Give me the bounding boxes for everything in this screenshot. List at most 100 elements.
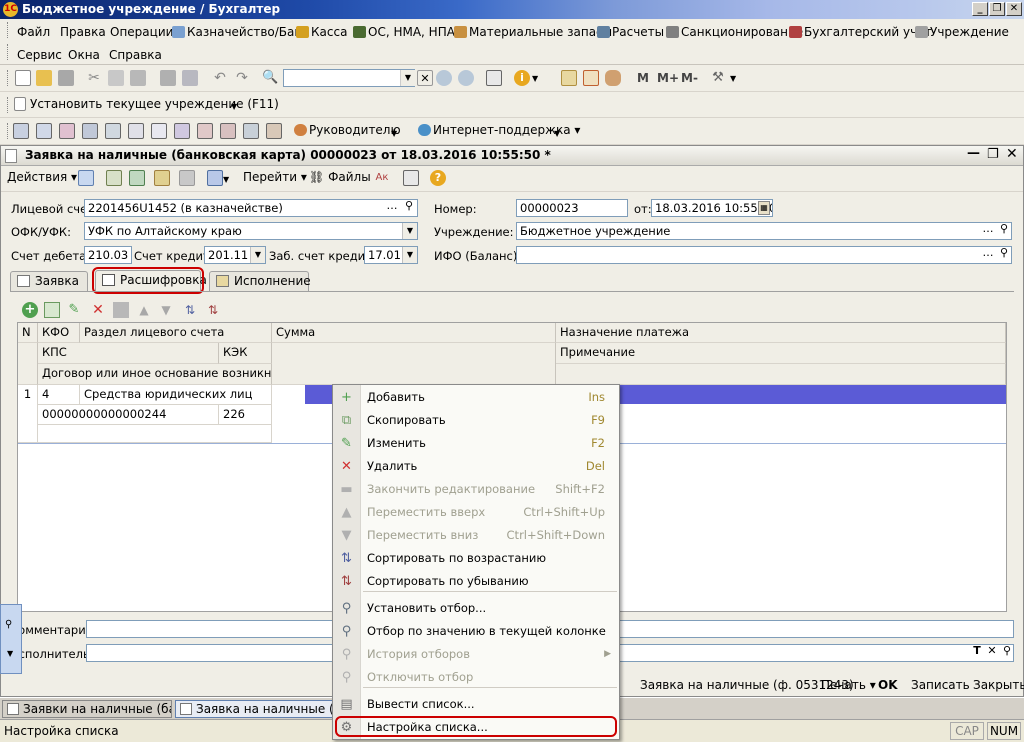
context-menu-item-3[interactable]: ✕ Удалить Del xyxy=(333,455,619,478)
tab-request[interactable]: Заявка xyxy=(10,271,88,291)
preview-icon[interactable] xyxy=(182,70,198,86)
redo-icon[interactable]: ↷ xyxy=(234,70,250,86)
move-icon[interactable] xyxy=(106,170,122,186)
grid-end-edit-icon[interactable] xyxy=(113,302,129,318)
row-1-n[interactable]: 1 xyxy=(18,385,38,443)
manager-dropdown-icon[interactable]: ▼ xyxy=(391,126,401,142)
maximize-icon[interactable]: ❐ xyxy=(989,2,1005,16)
clear-search-icon[interactable]: ✕ xyxy=(417,70,433,86)
copy-icon[interactable] xyxy=(108,70,124,86)
calculator-icon[interactable] xyxy=(561,70,577,86)
refresh-icon[interactable] xyxy=(129,170,145,186)
set-institution-button[interactable]: Установить текущее учреждение (F11) xyxy=(30,97,279,111)
report-4-icon[interactable] xyxy=(82,123,98,139)
tab-execution[interactable]: Исполнение xyxy=(209,271,311,291)
context-menu-item-9[interactable]: ⚲ Установить отбор... xyxy=(333,597,619,620)
grid-delete-icon[interactable]: ✕ xyxy=(90,302,106,318)
find-next-icon[interactable] xyxy=(436,70,452,86)
menu-operations[interactable]: Операции xyxy=(110,25,173,39)
doc-restore-icon[interactable]: ❐ xyxy=(987,147,999,162)
col-note-header[interactable]: Примечание xyxy=(556,343,1006,364)
help-icon[interactable]: ? xyxy=(430,170,446,186)
grid-copy-icon[interactable] xyxy=(44,302,60,318)
menu-help[interactable]: Справка xyxy=(109,48,162,62)
info-icon[interactable]: i xyxy=(514,70,530,86)
base-doc-icon[interactable] xyxy=(154,170,170,186)
credit-dropdown-icon[interactable]: ▼ xyxy=(250,247,265,263)
goto-menu[interactable]: Перейти ▾ xyxy=(243,170,307,184)
find-prev-icon[interactable] xyxy=(458,70,474,86)
task-current-request[interactable]: Заявка на наличные (б...:50 xyxy=(175,700,335,718)
row-1-contract[interactable] xyxy=(38,425,272,443)
offbalance-dropdown-icon[interactable]: ▼ xyxy=(402,247,417,263)
col-section-header[interactable]: Раздел лицевого счета xyxy=(80,323,272,343)
grid-edit-icon[interactable]: ✎ xyxy=(66,302,82,318)
print-form-icon[interactable] xyxy=(403,170,419,186)
ifo-search-icon[interactable]: ⚲ xyxy=(995,246,1013,264)
create-based-dropdown-icon[interactable]: ▼ xyxy=(223,172,233,188)
search-dropdown-icon[interactable]: ▼ xyxy=(400,70,415,86)
context-menu-item-14[interactable]: ⚙ Настройка списка... xyxy=(333,716,619,739)
report-2-icon[interactable] xyxy=(36,123,52,139)
manager-button[interactable]: Руководителю xyxy=(294,123,401,137)
menu-inventory[interactable]: Материальные запасы xyxy=(454,25,612,39)
new-icon[interactable] xyxy=(15,70,31,86)
windows-icon[interactable] xyxy=(486,70,502,86)
open-icon[interactable] xyxy=(36,70,52,86)
search-icon[interactable]: 🔍 xyxy=(262,70,278,86)
menu-institution[interactable]: Учреждение xyxy=(915,25,1009,39)
report-11-icon[interactable] xyxy=(243,123,259,139)
ok-button[interactable]: OK xyxy=(878,676,898,694)
task-requests-list[interactable]: Заявки на наличные (банко... xyxy=(2,700,172,718)
context-menu-item-11[interactable]: ⚲ История отборов ▶ xyxy=(333,643,619,666)
menu-treasury-bank[interactable]: Казначейство/Банк xyxy=(172,25,309,39)
context-menu-item-6[interactable]: ▼ Переместить вниз Ctrl+Shift+Down xyxy=(333,524,619,547)
executor-search-icon[interactable]: ⚲ xyxy=(998,644,1016,662)
context-menu-item-0[interactable]: + Добавить Ins xyxy=(333,386,619,409)
ifo-field[interactable] xyxy=(516,246,1012,264)
row-1-section[interactable]: Средства юридических лиц xyxy=(80,385,272,405)
report-12-icon[interactable] xyxy=(266,123,282,139)
menu-cash[interactable]: Касса xyxy=(296,25,347,39)
menu-accounting[interactable]: Бухгалтерский учет xyxy=(789,25,932,39)
context-menu-item-4[interactable]: ▬ Закончить редактирование Shift+F2 xyxy=(333,478,619,501)
side-panel-tab[interactable]: ⚲ ▼ xyxy=(0,604,22,674)
col-purpose-header[interactable]: Назначение платежа xyxy=(556,323,1006,343)
ofk-field[interactable]: УФК по Алтайскому краю xyxy=(84,222,418,240)
report-6-icon[interactable] xyxy=(128,123,144,139)
col-kps-header[interactable]: КПС xyxy=(38,343,219,364)
grid-add-icon[interactable]: + xyxy=(22,302,38,318)
report-10-icon[interactable] xyxy=(220,123,236,139)
report-3-icon[interactable] xyxy=(59,123,75,139)
account-select-icon[interactable]: … xyxy=(383,199,401,217)
col-kfo-header[interactable]: КФО xyxy=(38,323,80,343)
info-dropdown-icon[interactable]: ▼ xyxy=(532,71,542,87)
report-9-icon[interactable] xyxy=(197,123,213,139)
context-menu-item-1[interactable]: ⧉ Скопировать F9 xyxy=(333,409,619,432)
institution-search-icon[interactable]: ⚲ xyxy=(995,222,1013,240)
calendar-icon[interactable] xyxy=(583,70,599,86)
cut-icon[interactable]: ✂ xyxy=(86,70,102,86)
account-search-icon[interactable]: ⚲ xyxy=(400,199,418,217)
context-menu-item-7[interactable]: ⇅ Сортировать по возрастанию xyxy=(333,547,619,570)
menu-fixed-assets[interactable]: ОС, НМА, НПА xyxy=(353,25,455,39)
institution-field[interactable]: Бюджетное учреждение xyxy=(516,222,1012,240)
menu-sanction[interactable]: Санкционирование xyxy=(666,25,803,39)
create-based-icon[interactable] xyxy=(207,170,223,186)
report-7-icon[interactable] xyxy=(151,123,167,139)
report-8-icon[interactable] xyxy=(174,123,190,139)
ofk-dropdown-icon[interactable]: ▼ xyxy=(402,223,417,239)
calendar-picker-icon[interactable]: ▦ xyxy=(758,201,770,215)
files-button[interactable]: ⛓ Файлы xyxy=(309,170,371,184)
close-button[interactable]: Закрыть xyxy=(973,676,1024,694)
grid-sort-desc-icon[interactable]: ⇅ xyxy=(205,302,221,318)
doc-close-icon[interactable]: ✕ xyxy=(1006,146,1018,162)
menu-edit[interactable]: Правка xyxy=(60,25,106,39)
search-input[interactable] xyxy=(283,69,415,87)
tools-dropdown-icon[interactable]: ▼ xyxy=(730,71,740,87)
struct-icon[interactable] xyxy=(179,170,195,186)
paste-icon[interactable] xyxy=(130,70,146,86)
context-menu-item-2[interactable]: ✎ Изменить F2 xyxy=(333,432,619,455)
save-disk-icon[interactable] xyxy=(58,70,74,86)
context-menu-item-10[interactable]: ⚲ Отбор по значению в текущей колонке xyxy=(333,620,619,643)
